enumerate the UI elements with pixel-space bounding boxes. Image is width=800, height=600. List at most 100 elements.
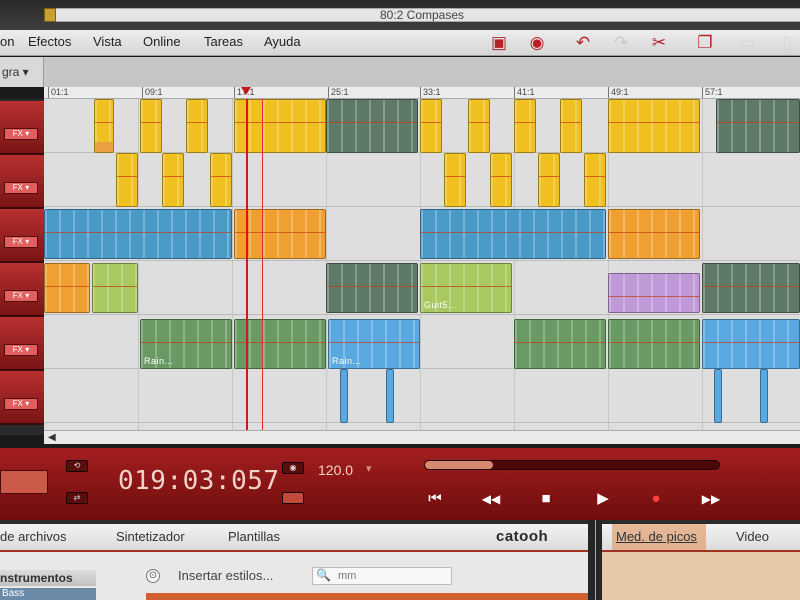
paste-icon[interactable]: ▭ [736, 33, 758, 53]
instrument-list-item[interactable]: Bass [0, 588, 96, 600]
track-head-4[interactable]: FX ▾ [0, 263, 44, 317]
menu-item-effects[interactable]: Efectos [28, 30, 71, 56]
position-slider[interactable] [424, 460, 720, 470]
peak-meter-panel [602, 552, 800, 600]
tab-synthesizer[interactable]: Sintetizador [116, 524, 185, 550]
clip-object[interactable] [514, 99, 536, 153]
clip-object[interactable] [44, 209, 232, 259]
clip-object[interactable]: Rain... [140, 319, 232, 369]
fx-button[interactable]: FX ▾ [4, 344, 38, 356]
track-head-1[interactable]: FX ▾ [0, 101, 44, 155]
tab-files[interactable]: de archivos [0, 524, 66, 550]
time-display: 019:03:057 [118, 466, 280, 496]
catooh-logo[interactable]: catooh [496, 528, 548, 545]
rewind-button[interactable]: ◀◀ [478, 488, 504, 510]
track-lane-2 [44, 153, 800, 207]
clip-object[interactable] [186, 99, 208, 153]
tab-video[interactable]: Video [736, 524, 769, 550]
menu-item-online[interactable]: Online [143, 30, 181, 56]
clip-object[interactable] [702, 263, 800, 313]
clip-object[interactable] [326, 99, 418, 153]
clip-object[interactable] [716, 99, 800, 153]
clip-object[interactable] [514, 319, 606, 369]
arranger-area[interactable]: Guit5... Rain... Rain... [44, 99, 800, 430]
record-mode-button[interactable] [282, 492, 304, 504]
tempo-dropdown-icon[interactable]: ▾ [366, 462, 372, 475]
clip-object[interactable] [538, 153, 560, 207]
save-icon[interactable]: ▣ [488, 33, 510, 53]
clip-object[interactable] [584, 153, 606, 207]
clip-object[interactable] [468, 99, 490, 153]
clip-object[interactable] [444, 153, 466, 207]
timeline-ruler[interactable]: 01:1 09:1 17:1 25:1 33:1 41:1 49:1 57:1 [44, 87, 800, 99]
sync-toggle-button[interactable]: ⇄ [66, 492, 88, 504]
loop-toggle-button[interactable]: ⟲ [66, 460, 88, 472]
clip-object[interactable] [560, 99, 582, 153]
horizontal-scrollbar[interactable]: ◀ [44, 430, 800, 444]
fx-button[interactable]: FX ▾ [4, 128, 38, 140]
fx-button[interactable]: FX ▾ [4, 182, 38, 194]
fx-button[interactable]: FX ▾ [4, 290, 38, 302]
copy-icon[interactable]: ❐ [694, 33, 716, 53]
playhead-line[interactable] [246, 99, 248, 430]
delete-icon[interactable]: ▯ [776, 33, 798, 53]
clip-object[interactable] [608, 319, 700, 369]
playhead-marker[interactable] [241, 87, 251, 95]
track-head-3[interactable]: FX ▾ [0, 209, 44, 263]
metronome-button[interactable]: ◉ [282, 462, 304, 474]
clip-object[interactable]: Guit5... [420, 263, 512, 313]
redo-icon[interactable]: ↷ [610, 33, 632, 53]
menu-item-help[interactable]: Ayuda [264, 30, 301, 56]
ruler-tick: 09:1 [142, 87, 163, 98]
fx-button[interactable]: FX ▾ [4, 398, 38, 410]
song-length-handle[interactable] [44, 8, 56, 22]
fast-forward-button[interactable]: ▶▶ [698, 488, 724, 510]
insert-styles-icon[interactable]: ⊙ [146, 569, 160, 583]
clip-object[interactable] [490, 153, 512, 207]
instruments-header[interactable]: nstrumentos [0, 570, 96, 586]
menu-item-view[interactable]: Vista [93, 30, 122, 56]
to-start-button[interactable]: ⏮ [422, 488, 448, 510]
track-lane-1 [44, 99, 800, 153]
undo-icon[interactable]: ↶ [572, 33, 594, 53]
track-head-2[interactable]: FX ▾ [0, 155, 44, 209]
insert-styles-label[interactable]: Insertar estilos... [178, 568, 273, 583]
clip-object[interactable] [326, 263, 418, 313]
clip-object[interactable] [44, 263, 90, 313]
track-select-dropdown[interactable]: gra ▾ [0, 57, 44, 87]
cut-icon[interactable]: ✂ [648, 33, 670, 53]
clip-object[interactable] [714, 369, 722, 423]
clip-object[interactable]: Rain... [328, 319, 420, 369]
clip-object[interactable] [210, 153, 232, 207]
search-input[interactable] [312, 567, 452, 585]
menu-item-file[interactable]: on [0, 30, 14, 56]
clip-object[interactable] [608, 209, 700, 259]
tab-peak-meter[interactable]: Med. de picos [616, 524, 697, 550]
clip-object[interactable] [760, 369, 768, 423]
burn-disc-icon[interactable]: ◉ [526, 33, 548, 53]
clip-object[interactable] [340, 369, 348, 423]
fx-button[interactable]: FX ▾ [4, 236, 38, 248]
tab-templates[interactable]: Plantillas [228, 524, 280, 550]
track-head-6[interactable]: FX ▾ [0, 371, 44, 425]
clip-object[interactable] [702, 319, 800, 369]
play-button[interactable]: ▶ [590, 488, 616, 510]
clip-object[interactable] [116, 153, 138, 207]
menu-item-tasks[interactable]: Tareas [204, 30, 243, 56]
tempo-value[interactable]: 120.0 [318, 462, 353, 478]
clip-label: Rain... [144, 356, 174, 366]
clip-object[interactable] [420, 209, 606, 259]
scroll-left-icon[interactable]: ◀ [48, 432, 56, 443]
clip-object[interactable] [386, 369, 394, 423]
clip-object[interactable] [420, 99, 442, 153]
clip-object[interactable] [92, 263, 138, 313]
clip-object[interactable] [608, 273, 700, 313]
clip-object[interactable] [94, 99, 114, 153]
record-button[interactable]: ● [643, 488, 669, 510]
clip-object[interactable] [140, 99, 162, 153]
clip-object[interactable] [162, 153, 184, 207]
track-head-5[interactable]: FX ▾ [0, 317, 44, 371]
clip-object[interactable] [608, 99, 700, 153]
loop-end-marker[interactable] [262, 99, 263, 430]
stop-button[interactable]: ■ [533, 488, 559, 510]
